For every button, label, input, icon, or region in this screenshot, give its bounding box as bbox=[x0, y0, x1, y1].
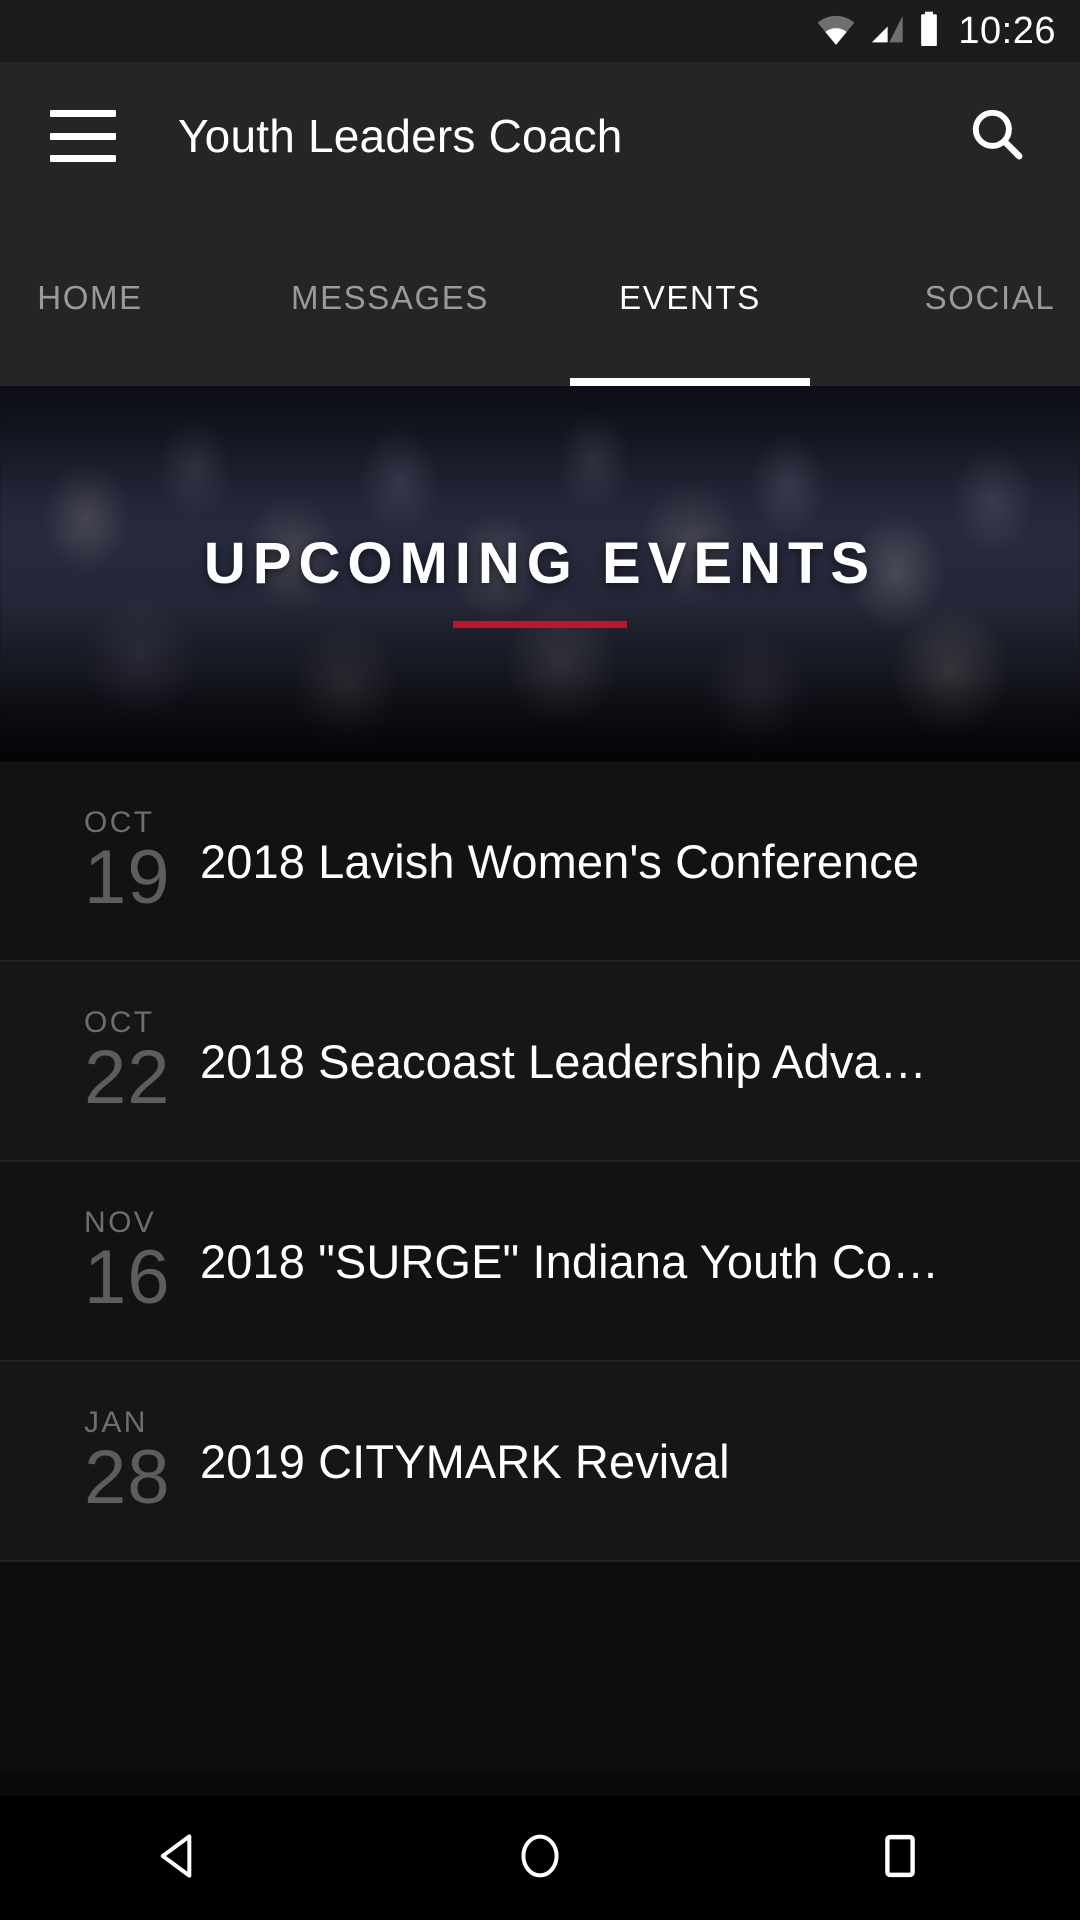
cellular-signal-icon bbox=[866, 12, 906, 51]
event-date: NOV 16 bbox=[0, 1205, 200, 1320]
app-title: Youth Leaders Coach bbox=[178, 110, 623, 162]
event-date: OCT 19 bbox=[0, 805, 200, 920]
event-list-item[interactable]: OCT 19 2018 Lavish Women's Conference bbox=[0, 762, 1080, 962]
event-title: 2018 Seacoast Leadership Adva… bbox=[200, 1034, 927, 1088]
event-title: 2019 CITYMARK Revival bbox=[200, 1434, 730, 1488]
wifi-icon bbox=[816, 12, 856, 51]
event-title: 2018 Lavish Women's Conference bbox=[200, 834, 920, 888]
event-date-day: 22 bbox=[84, 1034, 171, 1120]
nav-bar-spacer bbox=[0, 1774, 1080, 1796]
recents-square-icon bbox=[872, 1828, 928, 1889]
event-title: 2018 "SURGE" Indiana Youth Co… bbox=[200, 1234, 940, 1288]
event-date: JAN 28 bbox=[0, 1405, 200, 1520]
tab-label: SOCIAL bbox=[924, 279, 1056, 316]
event-date-month: OCT bbox=[84, 1005, 155, 1039]
status-bar: 10:26 bbox=[0, 0, 1080, 62]
tab-label: HOME bbox=[37, 279, 143, 316]
search-icon bbox=[966, 103, 1028, 170]
event-date-day: 19 bbox=[84, 834, 171, 920]
tab-social[interactable]: SOCIAL bbox=[840, 210, 1080, 386]
tab-indicator-active bbox=[570, 378, 810, 386]
event-date-month: JAN bbox=[84, 1405, 148, 1439]
tab-label: MESSAGES bbox=[290, 279, 490, 316]
status-icon-group bbox=[816, 11, 942, 52]
nav-home-button[interactable] bbox=[470, 1796, 610, 1920]
tab-messages[interactable]: MESSAGES bbox=[240, 210, 540, 386]
event-list-item[interactable]: JAN 28 2019 CITYMARK Revival bbox=[0, 1362, 1080, 1562]
event-date: OCT 22 bbox=[0, 1005, 200, 1120]
app-bar: Youth Leaders Coach bbox=[0, 62, 1080, 210]
phone-screen: 10:26 Youth Leaders Coach HOME MESSAGES … bbox=[0, 0, 1080, 1920]
event-list-item[interactable]: NOV 16 2018 "SURGE" Indiana Youth Co… bbox=[0, 1162, 1080, 1362]
tab-label: EVENTS bbox=[619, 279, 761, 316]
event-date-month: NOV bbox=[84, 1205, 157, 1239]
hero-title: UPCOMING EVENTS bbox=[203, 531, 877, 596]
event-date-day: 28 bbox=[84, 1434, 171, 1520]
tab-events[interactable]: EVENTS bbox=[540, 210, 840, 386]
hero-content: UPCOMING EVENTS bbox=[0, 386, 1080, 762]
event-list: OCT 19 2018 Lavish Women's Conference OC… bbox=[0, 762, 1080, 1562]
tab-home[interactable]: HOME bbox=[0, 210, 240, 386]
nav-back-button[interactable] bbox=[110, 1796, 250, 1920]
battery-icon bbox=[916, 11, 942, 52]
tab-strip: HOME MESSAGES EVENTS SOCIAL bbox=[0, 210, 1080, 386]
event-list-item[interactable]: OCT 22 2018 Seacoast Leadership Adva… bbox=[0, 962, 1080, 1162]
tab-bar: HOME MESSAGES EVENTS SOCIAL bbox=[0, 210, 1080, 386]
android-navigation-bar bbox=[0, 1796, 1080, 1920]
hamburger-line bbox=[50, 132, 116, 140]
event-date-month: OCT bbox=[84, 805, 155, 839]
back-triangle-icon bbox=[152, 1828, 208, 1889]
event-date-day: 16 bbox=[84, 1234, 171, 1320]
hero-banner: UPCOMING EVENTS bbox=[0, 386, 1080, 762]
status-bar-clock: 10:26 bbox=[958, 10, 1056, 52]
search-button[interactable] bbox=[958, 97, 1036, 175]
nav-recents-button[interactable] bbox=[830, 1796, 970, 1920]
hero-accent-rule bbox=[453, 621, 627, 628]
home-circle-icon bbox=[512, 1828, 568, 1889]
hamburger-menu-icon[interactable] bbox=[50, 110, 116, 162]
hamburger-line bbox=[50, 110, 116, 117]
hamburger-line bbox=[50, 155, 116, 162]
